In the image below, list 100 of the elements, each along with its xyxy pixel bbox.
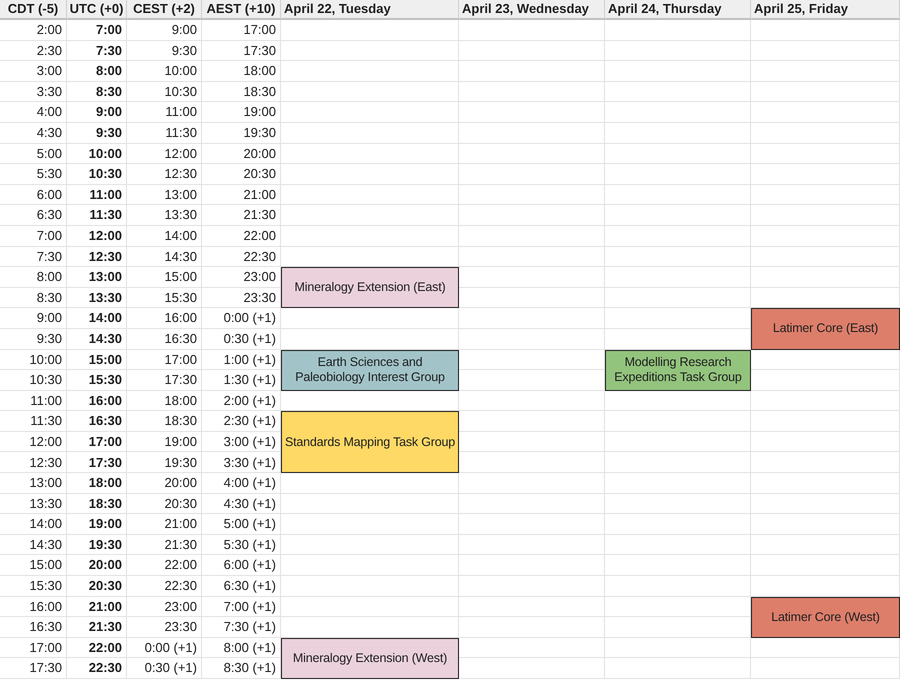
cdt-time-cell: 11:00 xyxy=(0,390,67,412)
aest-time-cell: 8:30 (+1) xyxy=(202,658,281,679)
column-header: April 25, Friday xyxy=(751,0,900,20)
cdt-time-cell: 8:00 xyxy=(0,267,67,288)
cest-time-cell: 15:30 xyxy=(127,288,202,308)
cest-time-cell: 12:00 xyxy=(127,144,202,164)
aest-time-cell: 3:30 (+1) xyxy=(202,452,281,474)
utc-time-cell: 20:00 xyxy=(67,555,127,576)
column-header: April 22, Tuesday xyxy=(281,0,459,20)
aest-time-cell: 7:30 (+1) xyxy=(202,617,281,638)
cest-time-cell: 0:00 (+1) xyxy=(127,638,202,658)
aest-time-cell: 5:30 (+1) xyxy=(202,534,281,556)
cest-time-cell: 9:30 xyxy=(127,40,202,62)
aest-time-cell: 17:00 xyxy=(202,20,281,41)
cdt-time-cell: 5:00 xyxy=(0,144,67,164)
cdt-time-cell: 4:30 xyxy=(0,122,67,144)
aest-time-cell: 4:00 (+1) xyxy=(202,473,281,494)
cest-time-cell: 23:30 xyxy=(127,617,202,638)
aest-time-cell: 19:00 xyxy=(202,102,281,123)
cest-time-cell: 17:00 xyxy=(127,350,202,370)
cdt-time-cell: 8:30 xyxy=(0,288,67,308)
utc-time-cell: 9:00 xyxy=(67,102,127,123)
cest-time-cell: 22:30 xyxy=(127,576,202,597)
utc-time-cell: 18:00 xyxy=(67,473,127,494)
cdt-time-cell: 13:00 xyxy=(0,473,67,494)
aest-time-cell: 17:30 xyxy=(202,40,281,62)
aest-time-cell: 23:30 xyxy=(202,288,281,308)
cdt-time-cell: 3:00 xyxy=(0,61,67,82)
aest-time-cell: 20:30 xyxy=(202,164,281,185)
aest-time-cell: 19:30 xyxy=(202,122,281,144)
aest-time-cell: 18:00 xyxy=(202,61,281,82)
aest-time-cell: 22:30 xyxy=(202,246,281,268)
aest-time-cell: 0:00 (+1) xyxy=(202,308,281,329)
utc-time-cell: 8:30 xyxy=(67,82,127,102)
aest-time-cell: 7:00 (+1) xyxy=(202,596,281,618)
cest-time-cell: 11:00 xyxy=(127,102,202,123)
cdt-time-cell: 16:30 xyxy=(0,617,67,638)
utc-time-cell: 13:30 xyxy=(67,288,127,308)
aest-time-cell: 20:00 xyxy=(202,144,281,164)
cdt-time-cell: 13:30 xyxy=(0,494,67,514)
cdt-time-cell: 12:00 xyxy=(0,432,67,452)
cdt-time-cell: 16:00 xyxy=(0,596,67,618)
cdt-time-cell: 14:30 xyxy=(0,534,67,556)
event-block: Earth Sciences and Paleobiology Interest Group xyxy=(281,350,459,391)
cest-time-cell: 0:30 (+1) xyxy=(127,658,202,679)
column-header: CEST (+2) xyxy=(127,0,202,20)
cdt-time-cell: 7:00 xyxy=(0,226,67,247)
utc-time-cell: 12:30 xyxy=(67,246,127,268)
utc-time-cell: 17:30 xyxy=(67,452,127,474)
utc-time-cell: 10:00 xyxy=(67,144,127,164)
column-header: CDT (-5) xyxy=(0,0,67,20)
cest-time-cell: 9:00 xyxy=(127,20,202,41)
cest-time-cell: 20:30 xyxy=(127,494,202,514)
cest-time-cell: 17:30 xyxy=(127,370,202,391)
cest-time-cell: 13:30 xyxy=(127,205,202,226)
utc-time-cell: 14:30 xyxy=(67,328,127,350)
utc-time-cell: 17:00 xyxy=(67,432,127,452)
cest-time-cell: 11:30 xyxy=(127,122,202,144)
cdt-time-cell: 6:30 xyxy=(0,205,67,226)
cest-time-cell: 19:00 xyxy=(127,432,202,452)
column-header: AEST (+10) xyxy=(202,0,281,20)
aest-time-cell: 3:00 (+1) xyxy=(202,432,281,452)
aest-time-cell: 0:30 (+1) xyxy=(202,328,281,350)
event-block: Latimer Core (West) xyxy=(751,596,900,638)
utc-time-cell: 21:00 xyxy=(67,596,127,618)
cdt-time-cell: 15:00 xyxy=(0,555,67,576)
event-block: Latimer Core (East) xyxy=(751,308,900,350)
cdt-time-cell: 17:00 xyxy=(0,638,67,658)
cdt-time-cell: 2:30 xyxy=(0,40,67,62)
cest-time-cell: 14:30 xyxy=(127,246,202,268)
cdt-time-cell: 12:30 xyxy=(0,452,67,474)
aest-time-cell: 21:00 xyxy=(202,184,281,206)
cdt-time-cell: 10:30 xyxy=(0,370,67,391)
cdt-time-cell: 14:00 xyxy=(0,514,67,535)
cest-time-cell: 16:30 xyxy=(127,328,202,350)
aest-time-cell: 22:00 xyxy=(202,226,281,247)
cest-time-cell: 16:00 xyxy=(127,308,202,329)
cest-time-cell: 23:00 xyxy=(127,596,202,618)
utc-time-cell: 21:30 xyxy=(67,617,127,638)
aest-time-cell: 6:30 (+1) xyxy=(202,576,281,597)
aest-time-cell: 6:00 (+1) xyxy=(202,555,281,576)
event-block: Standards Mapping Task Group xyxy=(281,411,459,474)
aest-time-cell: 2:00 (+1) xyxy=(202,390,281,412)
aest-time-cell: 21:30 xyxy=(202,205,281,226)
cdt-time-cell: 7:30 xyxy=(0,246,67,268)
utc-time-cell: 14:00 xyxy=(67,308,127,329)
cest-time-cell: 14:00 xyxy=(127,226,202,247)
cest-time-cell: 15:00 xyxy=(127,267,202,288)
utc-time-cell: 15:30 xyxy=(67,370,127,391)
cdt-time-cell: 11:30 xyxy=(0,411,67,432)
cdt-time-cell: 9:30 xyxy=(0,328,67,350)
cest-time-cell: 13:00 xyxy=(127,184,202,206)
utc-time-cell: 8:00 xyxy=(67,61,127,82)
aest-time-cell: 1:30 (+1) xyxy=(202,370,281,391)
cdt-time-cell: 6:00 xyxy=(0,184,67,206)
cest-time-cell: 18:30 xyxy=(127,411,202,432)
cest-time-cell: 12:30 xyxy=(127,164,202,185)
utc-time-cell: 16:30 xyxy=(67,411,127,432)
cdt-time-cell: 17:30 xyxy=(0,658,67,679)
cest-time-cell: 10:00 xyxy=(127,61,202,82)
